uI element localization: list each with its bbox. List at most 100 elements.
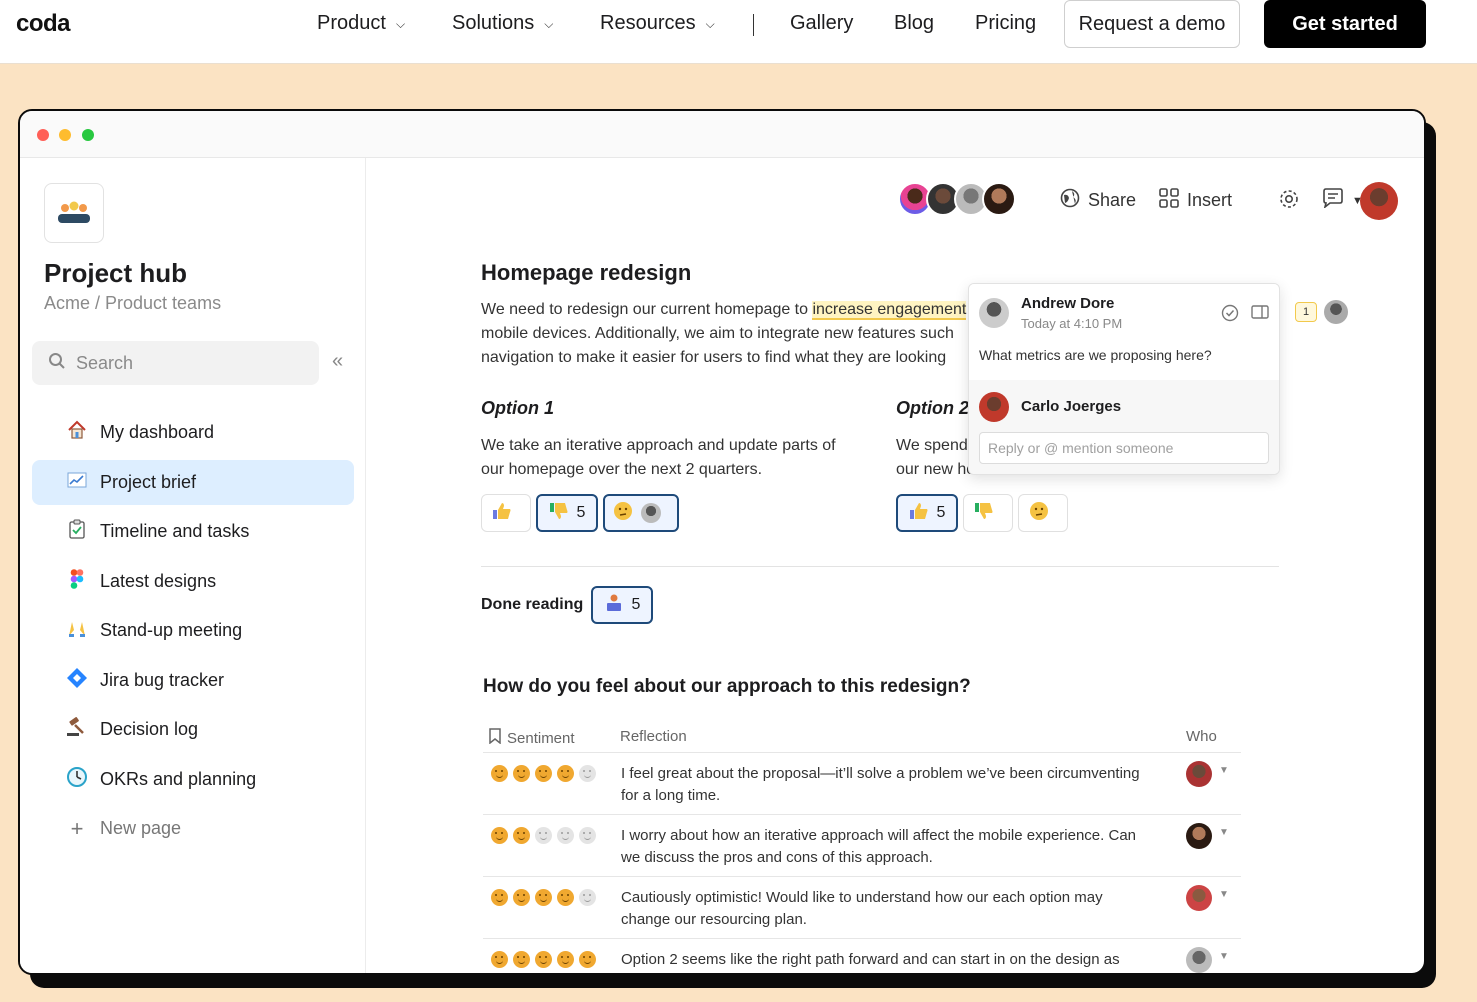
smiley-filled-icon[interactable] xyxy=(535,765,552,782)
sidebar-item-label: Project brief xyxy=(100,472,197,492)
sidebar-item-timeline-and-tasks[interactable]: Timeline and tasks xyxy=(32,509,354,554)
smiley-empty-icon[interactable] xyxy=(579,889,596,906)
sentiment-rating[interactable] xyxy=(491,827,596,844)
nav-pricing[interactable]: Pricing xyxy=(975,12,1036,35)
comment-popover: Andrew Dore Today at 4:10 PM What metric… xyxy=(968,283,1280,475)
reply-input[interactable]: Reply or @ mention someone xyxy=(979,432,1269,464)
avatar[interactable] xyxy=(1186,823,1212,849)
avatar[interactable] xyxy=(1324,300,1348,324)
settings-button[interactable] xyxy=(1278,188,1300,215)
sidebar-item-okrs-and-planning[interactable]: OKRs and planning xyxy=(32,757,354,802)
comments-menu-button[interactable]: ▼ xyxy=(1322,188,1363,213)
avatar[interactable] xyxy=(979,298,1009,328)
option-2-text: We spend our new ho xyxy=(896,434,975,482)
new-page-button[interactable]: + New page xyxy=(32,806,354,851)
breadcrumb[interactable]: Acme / Product teams xyxy=(44,293,221,314)
column-header-sentiment[interactable]: Sentiment xyxy=(489,728,575,748)
minimize-window-dot[interactable] xyxy=(59,129,71,141)
smiley-filled-icon[interactable] xyxy=(491,951,508,968)
insert-button[interactable]: Insert xyxy=(1159,188,1232,213)
share-label: Share xyxy=(1088,190,1137,210)
avatar[interactable] xyxy=(982,182,1016,216)
sidebar-item-label: Stand-up meeting xyxy=(100,620,243,640)
reaction-thumbs-down[interactable]: 5 xyxy=(536,494,598,532)
reaction-thumbs-up[interactable]: 5 xyxy=(896,494,958,532)
smiley-empty-icon[interactable] xyxy=(557,827,574,844)
comment-timestamp: Today at 4:10 PM xyxy=(1021,316,1123,331)
sentiment-rating[interactable] xyxy=(491,889,596,906)
smiley-filled-icon[interactable] xyxy=(513,827,530,844)
reaction-thumbs-up[interactable] xyxy=(481,494,531,532)
get-started-button[interactable]: Get started xyxy=(1264,0,1426,48)
option-1-heading: Option 1 xyxy=(481,398,554,418)
sidebar-item-latest-designs[interactable]: Latest designs xyxy=(32,559,354,604)
chevron-down-icon[interactable]: ▼ xyxy=(1219,951,1229,962)
nav-resources[interactable]: Resources ⌵ xyxy=(600,12,715,35)
sentiment-rating[interactable] xyxy=(491,765,596,782)
chevron-down-icon[interactable]: ▼ xyxy=(1219,765,1229,776)
collaborator-avatars[interactable] xyxy=(898,182,1016,216)
smiley-filled-icon[interactable] xyxy=(579,951,596,968)
current-user-avatar[interactable] xyxy=(1360,182,1398,220)
smiley-filled-icon[interactable] xyxy=(557,889,574,906)
resolve-check-icon[interactable] xyxy=(1221,304,1239,326)
collapse-sidebar-icon[interactable]: « xyxy=(332,350,343,373)
smiley-filled-icon[interactable] xyxy=(557,951,574,968)
nav-product[interactable]: Product ⌵ xyxy=(317,12,405,35)
table-row[interactable]: I worry about how an iterative approach … xyxy=(483,814,1241,876)
column-header-reflection[interactable]: Reflection xyxy=(620,728,687,745)
smiley-filled-icon[interactable] xyxy=(513,951,530,968)
nav-blog[interactable]: Blog xyxy=(894,12,934,35)
column-header-who[interactable]: Who xyxy=(1186,728,1217,745)
sidebar-item-my-dashboard[interactable]: My dashboard xyxy=(32,410,354,455)
table-row[interactable]: Option 2 seems like the right path forwa… xyxy=(483,938,1241,973)
commented-text-highlight[interactable]: increase engagement xyxy=(812,301,967,320)
chevron-down-icon[interactable]: ▼ xyxy=(1219,827,1229,838)
avatar[interactable] xyxy=(1186,885,1212,911)
table-row[interactable]: Cautiously optimistic! Would like to und… xyxy=(483,876,1241,938)
comment-count-badge[interactable]: 1 xyxy=(1295,302,1317,322)
share-button[interactable]: Share xyxy=(1060,188,1136,213)
smiley-empty-icon[interactable] xyxy=(579,765,596,782)
search-input[interactable]: Search xyxy=(32,341,319,385)
reaction-thinking-face[interactable] xyxy=(603,494,679,532)
sidebar-item-label: My dashboard xyxy=(100,422,215,442)
paragraph-text: We take an iterative approach and update… xyxy=(481,437,836,454)
comment-body: What metrics are we proposing here? xyxy=(979,347,1212,363)
avatar[interactable] xyxy=(1186,761,1212,787)
chevron-down-icon[interactable]: ▼ xyxy=(1219,889,1229,900)
open-panel-icon[interactable] xyxy=(1251,304,1269,326)
reflection-cell: Cautiously optimistic! Would like to und… xyxy=(621,887,1171,931)
table-row[interactable]: I feel great about the proposal—it’ll so… xyxy=(483,752,1241,814)
close-window-dot[interactable] xyxy=(37,129,49,141)
request-demo-button[interactable]: Request a demo xyxy=(1064,0,1240,48)
nav-solutions[interactable]: Solutions ⌵ xyxy=(452,12,553,35)
nav-gallery[interactable]: Gallery xyxy=(790,12,853,35)
done-reading-button[interactable]: 5 xyxy=(591,586,653,624)
smiley-empty-icon[interactable] xyxy=(535,827,552,844)
smiley-filled-icon[interactable] xyxy=(491,765,508,782)
smiley-filled-icon[interactable] xyxy=(513,889,530,906)
smiley-filled-icon[interactable] xyxy=(535,951,552,968)
coda-logo[interactable]: coda xyxy=(16,10,71,38)
grid-icon xyxy=(1159,188,1179,213)
avatar[interactable] xyxy=(1186,947,1212,973)
reaction-thumbs-down[interactable] xyxy=(963,494,1013,532)
sidebar-item-jira-bug-tracker[interactable]: Jira bug tracker xyxy=(32,658,354,703)
sidebar-item-stand-up-meeting[interactable]: Stand-up meeting xyxy=(32,608,354,653)
smiley-filled-icon[interactable] xyxy=(491,827,508,844)
reflection-text: I worry about how an iterative approach … xyxy=(621,827,1137,844)
smiley-filled-icon[interactable] xyxy=(557,765,574,782)
app-window: Project hub Acme / Product teams Search … xyxy=(18,109,1426,975)
nav-gallery-label: Gallery xyxy=(790,12,854,34)
reaction-thinking-face[interactable] xyxy=(1018,494,1068,532)
smiley-filled-icon[interactable] xyxy=(513,765,530,782)
sidebar-item-decision-log[interactable]: Decision log xyxy=(32,707,354,752)
smiley-filled-icon[interactable] xyxy=(491,889,508,906)
question-heading: How do you feel about our approach to th… xyxy=(483,676,971,697)
sidebar-item-project-brief[interactable]: Project brief xyxy=(32,460,354,505)
sentiment-rating[interactable] xyxy=(491,951,596,968)
smiley-empty-icon[interactable] xyxy=(579,827,596,844)
maximize-window-dot[interactable] xyxy=(82,129,94,141)
smiley-filled-icon[interactable] xyxy=(535,889,552,906)
